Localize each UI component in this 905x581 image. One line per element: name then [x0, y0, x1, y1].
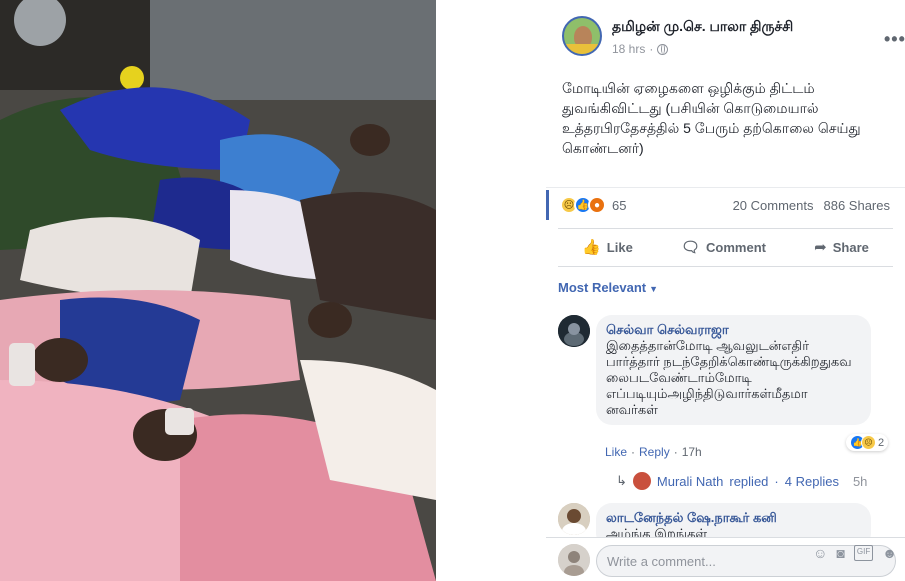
comment-item: செல்வா செல்வராஜா இதைத்தான்மோடி ஆவலுடன்எத… [558, 315, 889, 465]
comment-input-placeholder: Write a comment... [607, 553, 716, 569]
comment-composer: Write a comment... ☺ ◙ GIF ☻ [546, 537, 905, 581]
comment-author[interactable]: செல்வா செல்வராஜா [606, 322, 861, 338]
commenter-avatar[interactable] [558, 315, 590, 347]
post-stats: 20 Comments 886 Shares [733, 198, 890, 213]
photo-illustration [0, 0, 436, 581]
post-side-panel: தமிழன் மு.செ. பாலா திருச்சி 18 hrs · •••… [546, 0, 905, 581]
avatar-image [558, 315, 590, 347]
divider [558, 228, 893, 229]
comment-item: லாடனேந்தல் ஷே.நாகூர் கனி அம்ங்க இறங்கள் [558, 503, 888, 537]
divider [558, 266, 893, 267]
angry-reaction-icon: ● [588, 196, 606, 214]
comment-time[interactable]: 17h [682, 445, 702, 459]
comment-actions: Like · Reply · 17h [605, 445, 702, 459]
post-photo[interactable] [0, 0, 436, 581]
share-arrow-icon: ➦ [814, 239, 827, 256]
post-actions: 👍 Like 🗨 Comment ➦ Share [558, 232, 893, 262]
view-replies-link[interactable]: ↳ Murali Nath replied · 4 Replies 5h [616, 472, 867, 490]
comment-button[interactable]: 🗨 Comment [669, 232, 778, 262]
camera-icon[interactable]: ◙ [836, 545, 844, 561]
share-button[interactable]: ➦ Share [802, 232, 881, 262]
comment-bubble: லாடனேந்தல் ஷே.நாகூர் கனி அம்ங்க இறங்கள் [596, 503, 871, 537]
emoji-icon[interactable]: ☺ [813, 545, 827, 561]
comment-like-link[interactable]: Like [605, 445, 627, 459]
page-avatar[interactable] [562, 16, 602, 56]
separator-dot: · [631, 445, 636, 459]
post-meta: 18 hrs · [612, 42, 669, 56]
reaction-count: 65 [612, 197, 627, 213]
reply-author-avatar [632, 472, 651, 490]
like-label: Like [606, 239, 633, 255]
sad-reaction-icon: ☹ [861, 435, 876, 450]
comment-author[interactable]: லாடனேந்தல் ஷே.நாகூர் கனி [606, 510, 861, 526]
replies-count: 4 Replies [784, 473, 839, 489]
commenter-avatar[interactable] [558, 503, 590, 535]
sort-label: Most Relevant [558, 280, 647, 295]
speech-bubble-icon: 🗨 [680, 239, 701, 256]
more-options-icon[interactable]: ••• [884, 30, 905, 48]
comment-label: Comment [706, 239, 766, 255]
reply-author: Murali Nath [656, 473, 724, 489]
comment-text: அம்ங்க இறங்கள் [606, 526, 708, 537]
reaction-edge-indicator [546, 190, 549, 220]
post-header: தமிழன் மு.செ. பாலா திருச்சி 18 hrs · ••• [562, 16, 905, 60]
meta-dot: · [649, 42, 654, 56]
current-user-avatar [558, 544, 590, 576]
separator-dot: · [774, 473, 779, 489]
comment-sort-dropdown[interactable]: Most Relevant ▼ [558, 280, 658, 295]
divider [546, 187, 905, 188]
page-name[interactable]: தமிழன் மு.செ. பாலா திருச்சி [612, 18, 793, 37]
avatar-image [558, 503, 590, 535]
thumbs-up-icon: 👍 [582, 239, 601, 256]
separator-dot: · [673, 445, 678, 459]
gif-icon[interactable]: GIF [853, 545, 874, 561]
avatar-image [558, 544, 590, 576]
replied-label: replied [729, 473, 769, 489]
comments-count[interactable]: 20 Comments [733, 198, 814, 213]
comment-reaction-count: 2 [878, 436, 885, 449]
shares-count[interactable]: 886 Shares [824, 198, 891, 213]
reaction-summary[interactable]: ☹ 👍 ● 65 [560, 196, 626, 214]
globe-icon[interactable] [657, 43, 669, 55]
post-text: மோடியின் ஏழைகளை ஒழிக்கும் திட்டம் துவங்க… [562, 80, 861, 156]
post-time[interactable]: 18 hrs [612, 42, 645, 56]
comment-reply-link[interactable]: Reply [639, 445, 670, 459]
composer-icons: ☺ ◙ GIF ☻ [813, 545, 897, 561]
comment-bubble: செல்வா செல்வராஜா இதைத்தான்மோடி ஆவலுடன்எத… [596, 315, 871, 425]
avatar-banner [564, 44, 600, 54]
reply-arrow-icon: ↳ [616, 473, 627, 488]
share-label: Share [832, 239, 869, 255]
comment-reaction-summary[interactable]: 👍 ☹ 2 [846, 434, 889, 451]
caret-down-icon: ▼ [649, 284, 659, 294]
replies-time: 5h [852, 473, 868, 489]
like-button[interactable]: 👍 Like [570, 232, 645, 262]
lightbox-gap [436, 0, 546, 581]
sticker-icon[interactable]: ☻ [882, 545, 897, 561]
comment-text: இதைத்தான்மோடி ஆவலுடன்எதிர் பார்த்தார் நட… [606, 338, 852, 417]
